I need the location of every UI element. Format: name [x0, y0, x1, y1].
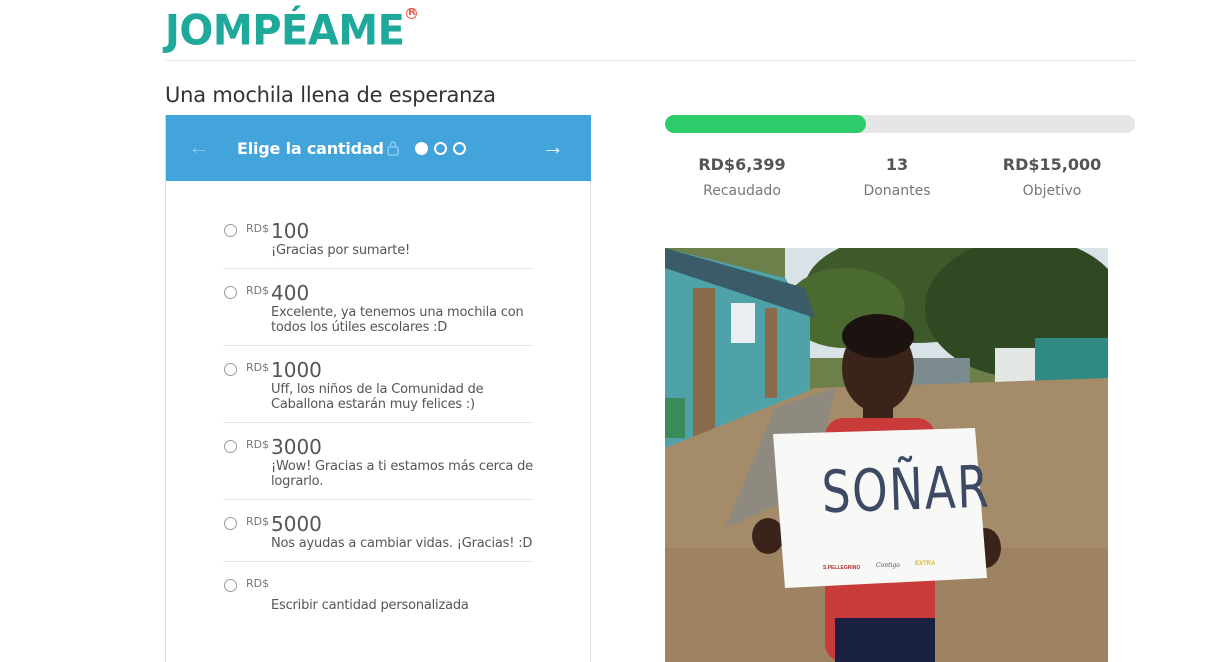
currency-label: RD$: [246, 577, 270, 590]
amount-option-400[interactable]: RD$ 400 Excelente, ya tenemos una mochil…: [223, 269, 533, 346]
step-indicator: [415, 142, 466, 155]
currency-label: RD$: [246, 222, 270, 235]
step-dot-1: [415, 142, 428, 155]
custom-amount-link[interactable]: Escribir cantidad personalizada: [271, 598, 533, 613]
donation-panel-header: ← Elige la cantidad →: [166, 115, 591, 181]
currency-label: RD$: [246, 515, 270, 528]
amount-option-100[interactable]: RD$ 100 ¡Gracias por sumarte!: [223, 215, 533, 269]
step-dot-3: [453, 142, 466, 155]
amount-description: ¡Gracias por sumarte!: [271, 243, 411, 258]
currency-label: RD$: [246, 284, 270, 297]
campaign-photo: SOÑAR S.PELLEGRINO Contigo EXTRA: [665, 248, 1108, 662]
registered-mark: R: [406, 7, 418, 19]
sponsor-logo-1: S.PELLEGRINO: [823, 565, 861, 571]
next-arrow-icon[interactable]: →: [542, 135, 564, 159]
raised-label: Recaudado: [703, 183, 781, 199]
radio-button[interactable]: [224, 517, 237, 530]
amount-description: Uff, los niños de la Comunidad de Caball…: [271, 382, 484, 412]
back-arrow-icon[interactable]: ←: [188, 135, 210, 159]
panel-title: Elige la cantidad: [237, 139, 384, 158]
funding-progress-bar: [665, 115, 1135, 133]
step-dot-2: [434, 142, 447, 155]
amount-value: 400: [271, 281, 310, 305]
currency-label: RD$: [246, 438, 270, 451]
amount-description: ¡Wow! Gracias a ti estamos más cerca de …: [271, 459, 533, 489]
header-divider: [165, 60, 1135, 61]
amount-value: 100: [271, 219, 310, 243]
donors-label: Donantes: [863, 183, 931, 199]
radio-button[interactable]: [224, 579, 237, 592]
stat-goal: RD$15,000 Objetivo: [972, 155, 1132, 199]
amount-value: [271, 562, 533, 598]
goal-value: RD$15,000: [1002, 155, 1102, 174]
radio-button[interactable]: [224, 224, 237, 237]
donation-panel: ← Elige la cantidad → RD$ 100 ¡Gracias p…: [165, 115, 591, 662]
currency-label: RD$: [246, 361, 270, 374]
raised-value: RD$6,399: [698, 155, 786, 174]
goal-label: Objetivo: [1022, 183, 1082, 199]
amount-option-custom[interactable]: RD$ Escribir cantidad personalizada: [223, 562, 533, 632]
lock-icon: [387, 141, 399, 156]
site-logo[interactable]: JOMPÉAME R: [165, 6, 418, 56]
amount-value: 5000: [271, 512, 322, 536]
radio-button[interactable]: [224, 440, 237, 453]
amount-value: 1000: [271, 358, 322, 382]
radio-button[interactable]: [224, 363, 237, 376]
amount-description: Excelente, ya tenemos una mochila con to…: [271, 305, 524, 335]
amount-value: 3000: [271, 435, 322, 459]
amount-option-5000[interactable]: RD$ 5000 Nos ayudas a cambiar vidas. ¡Gr…: [223, 500, 533, 562]
sponsor-logo-3: EXTRA: [915, 561, 936, 567]
page-title: Una mochila llena de esperanza: [165, 83, 496, 107]
sign-text: SOÑAR: [820, 452, 992, 527]
amount-option-1000[interactable]: RD$ 1000 Uff, los niños de la Comunidad …: [223, 346, 533, 423]
amount-description: Nos ayudas a cambiar vidas. ¡Gracias! :D: [271, 536, 533, 551]
amount-options: RD$ 100 ¡Gracias por sumarte! RD$ 400 Ex…: [223, 215, 533, 632]
amount-option-3000[interactable]: RD$ 3000 ¡Wow! Gracias a ti estamos más …: [223, 423, 533, 500]
donors-value: 13: [885, 155, 909, 174]
radio-button[interactable]: [224, 286, 237, 299]
sponsor-logo-2: Contigo: [876, 562, 900, 569]
stat-raised: RD$6,399 Recaudado: [662, 155, 822, 199]
funding-progress-fill: [665, 115, 866, 133]
logo-text: JOMPÉAME: [165, 6, 405, 56]
stat-donors: 13 Donantes: [817, 155, 977, 199]
